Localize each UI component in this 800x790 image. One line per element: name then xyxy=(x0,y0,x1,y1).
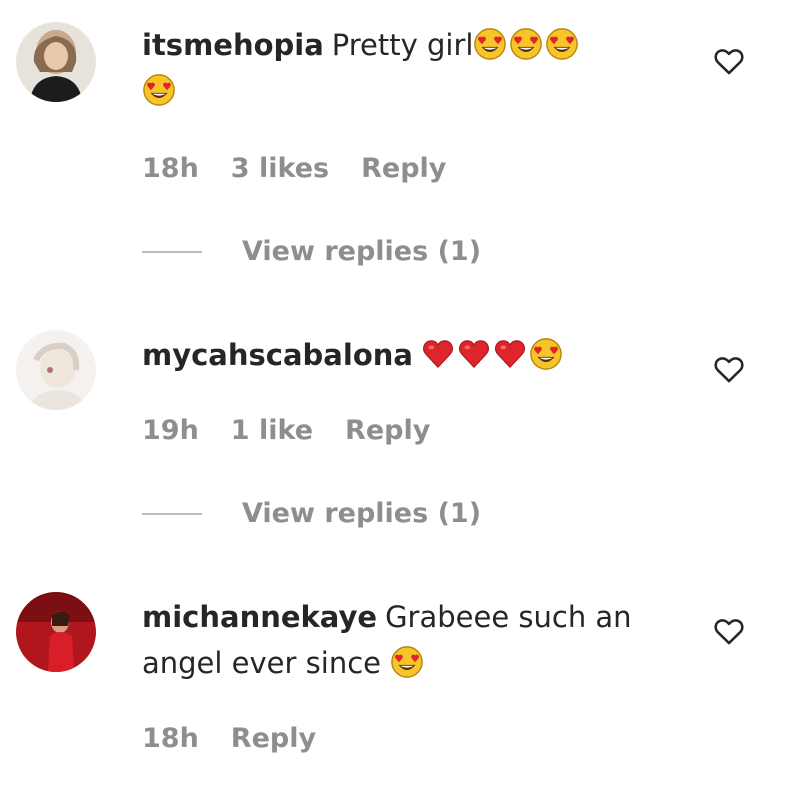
heart-eyes-emoji xyxy=(390,645,424,679)
red-heart-emoji xyxy=(493,337,527,371)
reply-button[interactable]: Reply xyxy=(361,153,446,184)
username[interactable]: itsmehopia xyxy=(142,28,324,62)
view-replies-button[interactable]: View replies (1) xyxy=(142,236,481,267)
likes-count[interactable]: 3 likes xyxy=(231,153,329,184)
username[interactable]: michannekaye xyxy=(142,600,377,634)
heart-eyes-emoji xyxy=(473,27,507,61)
comment-text: itsmehopia Pretty girl xyxy=(142,22,662,114)
view-replies-label: View replies (1) xyxy=(242,498,482,529)
comment-text: mycahscabalona xyxy=(142,332,662,378)
avatar[interactable] xyxy=(16,22,96,102)
heart-eyes-emoji xyxy=(529,337,563,371)
comment-meta: 18h 3 likes Reply xyxy=(142,153,446,184)
replies-divider xyxy=(142,250,202,253)
like-heart-icon[interactable] xyxy=(712,352,746,386)
comment-meta: 18h Reply xyxy=(142,723,316,754)
timestamp[interactable]: 19h xyxy=(142,415,199,446)
likes-count[interactable]: 1 like xyxy=(231,415,313,446)
avatar[interactable] xyxy=(16,592,96,672)
view-replies-button[interactable]: View replies (1) xyxy=(142,498,481,529)
comment-meta: 19h 1 like Reply xyxy=(142,415,430,446)
red-heart-emoji xyxy=(457,337,491,371)
heart-eyes-emoji xyxy=(545,27,579,61)
like-heart-icon[interactable] xyxy=(712,614,746,648)
like-heart-icon[interactable] xyxy=(712,44,746,78)
reply-button[interactable]: Reply xyxy=(345,415,430,446)
heart-eyes-emoji xyxy=(509,27,543,61)
red-heart-emoji xyxy=(421,337,455,371)
comment-text: michannekaye Grabeee such an angel ever s… xyxy=(142,594,662,686)
timestamp[interactable]: 18h xyxy=(142,723,199,754)
heart-eyes-emoji xyxy=(142,73,176,107)
timestamp[interactable]: 18h xyxy=(142,153,199,184)
comment-body: Pretty girl xyxy=(331,28,474,62)
username[interactable]: mycahscabalona xyxy=(142,338,413,372)
reply-button[interactable]: Reply xyxy=(231,723,316,754)
replies-divider xyxy=(142,512,202,515)
view-replies-label: View replies (1) xyxy=(242,236,482,267)
avatar[interactable] xyxy=(16,330,96,410)
